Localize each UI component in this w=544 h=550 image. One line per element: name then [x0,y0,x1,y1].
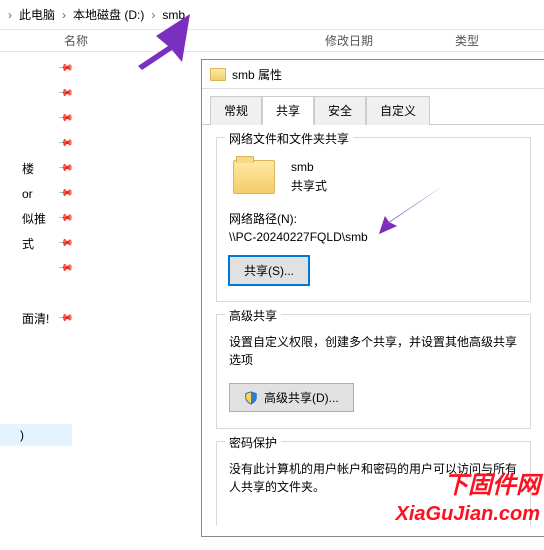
network-path-value: \\PC-20240227FQLD\smb [229,230,518,244]
pin-icon: 📌 [56,85,73,102]
column-header-row: 名称 修改日期 类型 [0,30,544,52]
tree-item[interactable]: or📌 [2,181,77,206]
chevron-right-icon: › [149,8,157,22]
breadcrumb-label: 此电脑 [19,6,55,23]
nav-tree: 📌 📌 📌 📌 楼📌 or📌 似推📌 式📌 📌 面清!📌 [2,56,77,331]
tab-strip: 常规 共享 安全 自定义 [202,89,544,125]
column-type[interactable]: 类型 [455,32,535,49]
group-legend: 高级共享 [225,307,281,324]
pin-icon: 📌 [56,210,73,227]
tree-item-selected[interactable]: ) [0,424,72,446]
properties-dialog: smb 属性 常规 共享 安全 自定义 网络文件和文件夹共享 smb 共享式 网… [201,59,544,537]
tree-item[interactable]: 似推📌 [2,206,77,231]
shield-icon [244,391,258,405]
dialog-titlebar[interactable]: smb 属性 [202,60,544,89]
dialog-title: smb 属性 [232,66,282,83]
tree-item[interactable]: 式📌 [2,231,77,256]
folder-icon [210,68,226,81]
advanced-share-label: 高级共享(D)... [264,389,339,406]
tree-item[interactable]: 📌 [2,56,77,81]
pin-icon: 📌 [56,135,73,152]
pin-icon: 📌 [56,160,73,177]
breadcrumb-label: smb [162,8,185,22]
tab-sharing[interactable]: 共享 [262,96,314,125]
pin-icon: 📌 [56,60,73,77]
advanced-share-button[interactable]: 高级共享(D)... [229,383,354,412]
share-name: smb [291,158,327,177]
breadcrumb-label: 本地磁盘 (D:) [73,6,144,23]
tree-item[interactable]: 📌 [2,131,77,156]
tab-custom[interactable]: 自定义 [366,96,430,125]
folder-icon [233,160,275,194]
breadcrumb-seg[interactable]: smb [157,4,190,26]
group-password-protect: 密码保护 没有此计算机的用户帐户和密码的用户可以访问与所有人共享的文件夹。 [216,441,531,526]
group-legend: 密码保护 [225,434,281,451]
column-name[interactable]: 名称 [0,32,325,49]
advanced-share-text: 设置自定义权限，创建多个共享，并设置其他高级共享选项 [229,333,518,369]
group-network-share: 网络文件和文件夹共享 smb 共享式 网络路径(N): \\PC-2024022… [216,137,531,302]
breadcrumb-seg[interactable]: 本地磁盘 (D:) [68,2,149,27]
tree-item[interactable]: 面清!📌 [2,306,77,331]
share-status: 共享式 [291,177,327,196]
address-bar[interactable]: › 此电脑 › 本地磁盘 (D:) › smb [0,0,544,30]
pin-icon: 📌 [56,110,73,127]
password-protect-text: 没有此计算机的用户帐户和密码的用户可以访问与所有人共享的文件夹。 [229,460,518,496]
tab-panel-sharing: 网络文件和文件夹共享 smb 共享式 网络路径(N): \\PC-2024022… [202,125,544,550]
group-advanced-share: 高级共享 设置自定义权限，创建多个共享，并设置其他高级共享选项 高级共享(D).… [216,314,531,429]
tree-item[interactable]: 楼📌 [2,156,77,181]
breadcrumb-seg[interactable]: 此电脑 [14,2,60,27]
tab-security[interactable]: 安全 [314,96,366,125]
group-legend: 网络文件和文件夹共享 [225,130,353,147]
network-path-label: 网络路径(N): [229,210,518,227]
pin-icon: 📌 [56,260,73,277]
pin-icon: 📌 [56,310,73,327]
share-button[interactable]: 共享(S)... [229,256,309,285]
pin-icon: 📌 [56,235,73,252]
chevron-right-icon: › [60,8,68,22]
tab-general[interactable]: 常规 [210,96,262,125]
pin-icon: 📌 [56,185,73,202]
column-date[interactable]: 修改日期 [325,32,455,49]
tree-item[interactable]: 📌 [2,106,77,131]
tree-item[interactable]: 📌 [2,81,77,106]
chevron-right-icon: › [6,8,14,22]
tree-item[interactable]: 📌 [2,256,77,281]
explorer-window: › 此电脑 › 本地磁盘 (D:) › smb 名称 修改日期 类型 📌 📌 📌… [0,0,544,536]
